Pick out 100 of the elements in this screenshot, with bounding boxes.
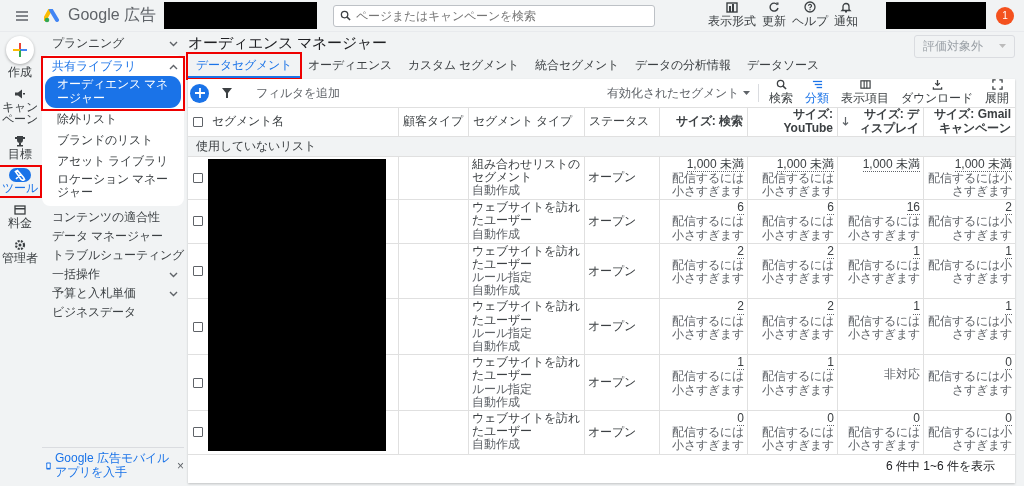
tab[interactable]: データセグメント	[188, 54, 300, 78]
size-value[interactable]: 6	[827, 201, 834, 216]
filter-icon[interactable]	[222, 88, 232, 98]
toolbar-button[interactable]: 検索	[767, 79, 795, 107]
size-note: 配信するには小さすぎます	[671, 370, 744, 397]
rail-item[interactable]: 目標	[0, 132, 40, 162]
size-value[interactable]: 0	[913, 411, 920, 427]
nav-item[interactable]: コンテンツの適合性	[42, 208, 184, 228]
settings-icon	[14, 238, 26, 251]
nav-item[interactable]: ブランドのリスト	[45, 130, 181, 152]
size-note: 配信するには小さすぎます	[847, 426, 920, 453]
size-value[interactable]: 1,000 未満	[776, 157, 834, 172]
column-header[interactable]: セグメント名	[208, 108, 398, 136]
nav-item[interactable]: アセット ライブラリ	[45, 151, 181, 173]
size-note: 配信するには小さすぎます	[847, 215, 920, 242]
column-header[interactable]: サイズ: ディスプレイ	[837, 108, 923, 136]
close-button[interactable]: ×	[177, 459, 184, 474]
page-title: オーディエンス マネージャー	[188, 33, 388, 53]
size-value[interactable]: 1	[913, 244, 920, 259]
column-header[interactable]: サイズ: Gmail キャンペーン	[923, 108, 1015, 136]
size-value: 非対応	[884, 368, 920, 382]
nav-item[interactable]: 除外リスト	[45, 109, 181, 131]
nav-item[interactable]: データ マネージャー	[42, 227, 184, 247]
tab[interactable]: オーディエンス	[300, 54, 400, 78]
table-cell: オープン	[584, 299, 659, 355]
column-header[interactable]: ステータス	[584, 108, 659, 136]
size-value[interactable]: 0	[827, 411, 834, 427]
checkbox[interactable]	[193, 216, 203, 227]
segment-note: 自動作成	[472, 438, 521, 452]
size-value[interactable]: 1	[737, 356, 744, 371]
checkbox[interactable]	[193, 427, 203, 438]
toolbar-button[interactable]: ダウンロード	[899, 79, 975, 107]
column-header[interactable]: サイズ: 検索	[659, 108, 747, 136]
caret-icon	[999, 44, 1006, 48]
size-value[interactable]: 2	[827, 244, 834, 259]
search-field[interactable]: ページまたはキャンペーンを検索	[333, 4, 656, 27]
tab[interactable]: カスタム セグメント	[400, 54, 528, 78]
size-value[interactable]: 2	[737, 244, 744, 259]
nav-section[interactable]: 予算と入札単価	[42, 284, 184, 304]
size-value[interactable]: 1,000 未満	[862, 157, 920, 172]
nav-section[interactable]: 一括操作	[42, 265, 184, 285]
tab[interactable]: データソース	[739, 54, 828, 78]
menu-icon[interactable]	[16, 10, 28, 21]
size-value[interactable]: 1	[1005, 244, 1012, 259]
size-note: 配信するには小さすぎます	[927, 258, 1012, 286]
column-header[interactable]: 顧客タイプ	[398, 108, 468, 136]
column-header[interactable]: サイズ: YouTube	[747, 108, 837, 136]
size-value[interactable]: 1,000 未満	[686, 157, 744, 172]
checkbox[interactable]	[193, 377, 203, 388]
size-value[interactable]: 1,000 未満	[954, 157, 1012, 172]
segment-note: 自動作成	[472, 340, 521, 354]
checkbox[interactable]	[193, 266, 203, 277]
size-value[interactable]: 2	[827, 300, 834, 315]
size-value[interactable]: 0	[1005, 356, 1012, 371]
size-value[interactable]: 2	[737, 300, 744, 315]
rail-item[interactable]: 作成	[0, 35, 40, 80]
tab[interactable]: データの分析情報	[627, 54, 740, 78]
table-cell: オープン	[584, 410, 659, 454]
table-cell: オープン	[584, 200, 659, 243]
checkbox[interactable]	[193, 116, 203, 127]
size-value[interactable]: 6	[737, 201, 744, 216]
segment-type: 組み合わせリストのセグメント	[472, 157, 581, 184]
toolbar-button[interactable]: 通知	[834, 1, 858, 30]
filter-field[interactable]: フィルタを追加	[256, 84, 340, 102]
size-note: 配信するには小さすぎます	[847, 314, 920, 342]
size-note: 配信するには小さすぎます	[761, 370, 834, 397]
add-button[interactable]	[190, 83, 209, 103]
toolbar-button[interactable]: 更新	[762, 1, 786, 30]
promo-link[interactable]: Google 広告モバイルアプリを入手	[55, 452, 171, 480]
size-value[interactable]: 16	[906, 201, 920, 216]
rail-item[interactable]: ツール	[0, 167, 40, 196]
size-note: 配信するには小さすぎます	[671, 426, 744, 453]
toolbar-button[interactable]: ヘルプ	[792, 1, 828, 30]
toolbar-button[interactable]: 表示形式	[708, 1, 756, 30]
rail-item[interactable]: キャンペーン	[0, 85, 40, 127]
size-value[interactable]: 1	[913, 300, 920, 315]
nav-item[interactable]: ビジネスデータ	[42, 303, 184, 323]
checkbox[interactable]	[193, 321, 203, 332]
toolbar-button[interactable]: 表示項目	[839, 79, 891, 107]
table-cell: オープン	[584, 243, 659, 299]
nav-item[interactable]: ロケーション マネージャー	[45, 172, 181, 201]
size-value[interactable]: 0	[1005, 411, 1012, 427]
nav-section[interactable]: プランニング	[42, 34, 184, 53]
size-note: 配信するには小さすぎます	[927, 314, 1012, 342]
size-value[interactable]: 0	[737, 411, 744, 427]
tab[interactable]: 統合セグメント	[527, 54, 628, 78]
rail-item[interactable]: 管理者	[0, 236, 40, 266]
rail-item[interactable]: 料金	[0, 201, 40, 231]
size-value[interactable]: 1	[827, 356, 834, 371]
nav-item[interactable]: オーディエンス マネージャー	[45, 76, 181, 108]
size-value[interactable]: 2	[1005, 201, 1012, 216]
toolbar-button[interactable]: 分類	[803, 79, 831, 107]
size-note: 配信するには小さすぎます	[761, 215, 834, 242]
toolbar-button[interactable]: 展開	[983, 79, 1011, 107]
nav-section[interactable]: トラブルシューティング	[42, 246, 184, 266]
size-value[interactable]: 1	[1005, 300, 1012, 315]
nav-section[interactable]: 共有ライブラリ	[42, 57, 184, 76]
segment-dropdown[interactable]: 有効化されたセグメント	[607, 84, 750, 102]
column-header[interactable]: セグメント タイプ	[468, 108, 584, 136]
checkbox[interactable]	[193, 172, 203, 183]
